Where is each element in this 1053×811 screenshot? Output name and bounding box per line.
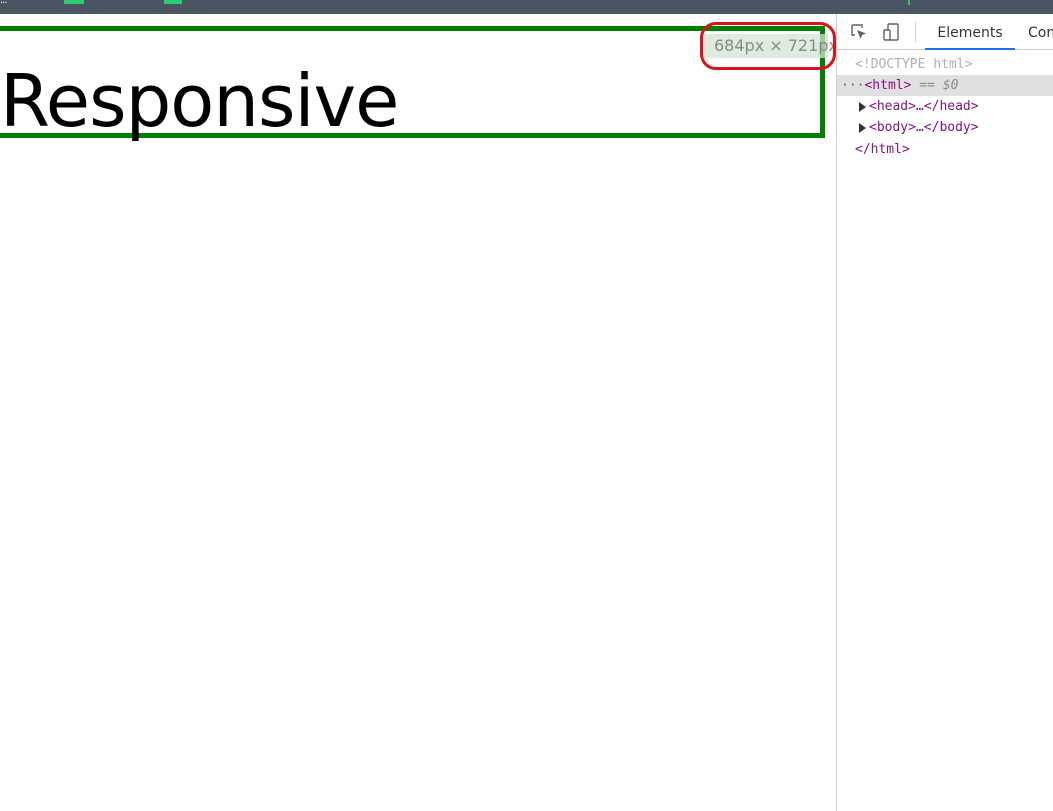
dom-head-node[interactable]: <head>…</head>	[837, 96, 1053, 117]
highlight-circle	[700, 22, 836, 70]
menu-dots-icon[interactable]: ···	[0, 0, 7, 9]
tab-console[interactable]: Con	[1028, 14, 1053, 48]
toolbar-separator	[915, 22, 916, 42]
doctype-text: <!DOCTYPE html>	[855, 57, 973, 72]
browser-top-strip: ···	[0, 0, 1053, 14]
html-close-tag: </html>	[855, 142, 910, 157]
head-tag: <head>…</head>	[869, 99, 979, 114]
expand-triangle-icon[interactable]	[859, 122, 866, 133]
page-heading: Responsive	[0, 59, 399, 143]
toolbar-marker-icon	[164, 0, 182, 4]
devtools-panel: Elements Con <!DOCTYPE html> ···<html> =…	[836, 14, 1053, 811]
body-tag: <body>…</body>	[869, 120, 979, 135]
inspect-element-icon[interactable]	[849, 22, 869, 42]
devtools-toolbar: Elements Con	[837, 14, 1053, 50]
expand-triangle-icon[interactable]	[859, 101, 866, 112]
page-viewport: Responsive 684px × 721px	[0, 14, 838, 811]
toolbar-tick-icon	[908, 0, 910, 5]
selected-marker: == $0	[919, 78, 959, 93]
dom-doctype[interactable]: <!DOCTYPE html>	[837, 54, 1053, 75]
dom-body-node[interactable]: <body>…</body>	[837, 117, 1053, 138]
dom-html-close[interactable]: </html>	[837, 139, 1053, 160]
device-toggle-icon[interactable]	[881, 22, 901, 42]
html-tag: <html>	[864, 78, 912, 93]
node-menu-icon[interactable]: ···	[841, 78, 864, 93]
dom-html-node[interactable]: ···<html> == $0	[837, 75, 1053, 96]
tab-elements[interactable]: Elements	[925, 14, 1015, 50]
toolbar-marker-icon	[64, 0, 84, 4]
